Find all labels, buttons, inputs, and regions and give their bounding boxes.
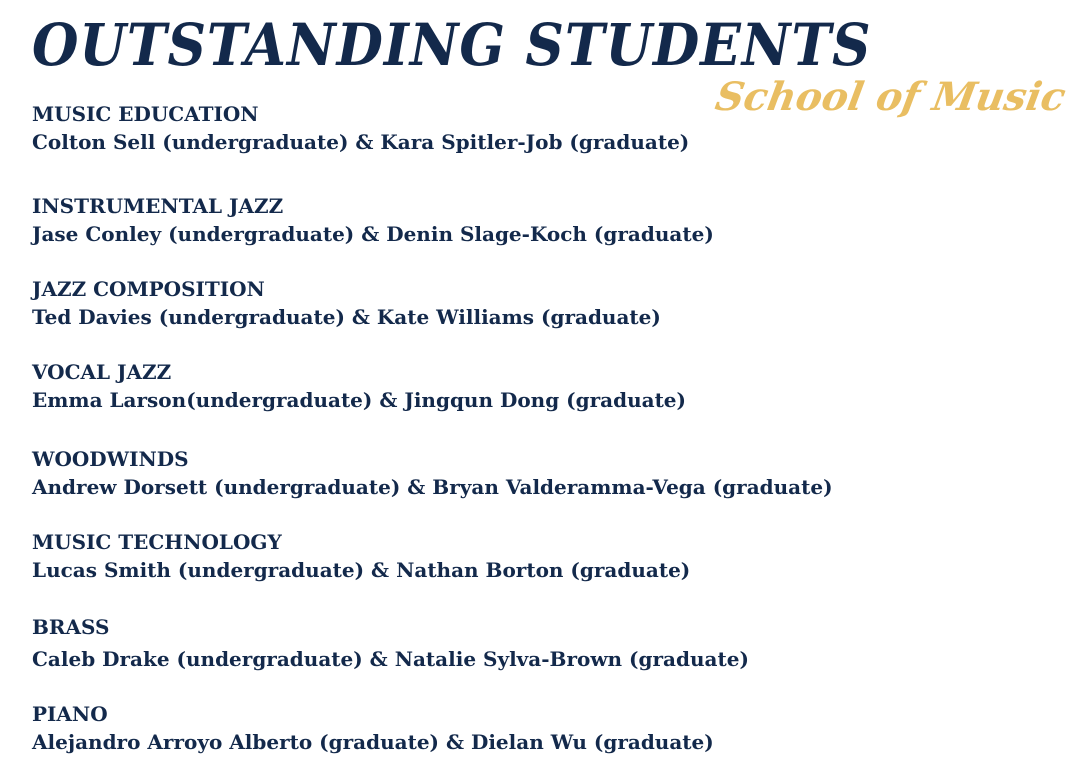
section-heading: INSTRUMENTAL JAZZ	[32, 194, 284, 218]
section-vocal-jazz: VOCAL JAZZ Emma Larson(undergraduate) & …	[32, 359, 686, 415]
section-music-education: MUSIC EDUCATION Colton Sell (undergradua…	[32, 101, 689, 157]
section-names: Alejandro Arroyo Alberto (graduate) & Di…	[32, 730, 714, 754]
section-heading: BRASS	[32, 615, 110, 639]
section-heading: JAZZ COMPOSITION	[32, 277, 265, 301]
section-heading: VOCAL JAZZ	[32, 360, 172, 384]
section-woodwinds: WOODWINDS Andrew Dorsett (undergraduate)…	[32, 446, 833, 502]
section-heading: WOODWINDS	[32, 447, 189, 471]
outstanding-students-page: OUTSTANDING STUDENTS School of Music MUS…	[0, 0, 1082, 776]
section-instrumental-jazz: INSTRUMENTAL JAZZ Jase Conley (undergrad…	[32, 193, 714, 249]
section-jazz-composition: JAZZ COMPOSITION Ted Davies (undergradua…	[32, 276, 661, 332]
section-heading: MUSIC EDUCATION	[32, 102, 259, 126]
section-names: Ted Davies (undergraduate) & Kate Willia…	[32, 305, 661, 329]
page-title: OUTSTANDING STUDENTS	[32, 11, 872, 79]
section-names: Colton Sell (undergraduate) & Kara Spitl…	[32, 130, 690, 154]
section-names: Lucas Smith (undergraduate) & Nathan Bor…	[32, 558, 691, 582]
section-names: Andrew Dorsett (undergraduate) & Bryan V…	[32, 475, 833, 499]
school-of-music-subtitle: School of Music	[711, 74, 1070, 120]
section-piano: PIANO Alejandro Arroyo Alberto (graduate…	[32, 701, 714, 757]
section-heading: MUSIC TECHNOLOGY	[32, 530, 282, 554]
section-brass: BRASS Caleb Drake (undergraduate) & Nata…	[32, 614, 749, 674]
section-names: Caleb Drake (undergraduate) & Natalie Sy…	[32, 647, 749, 671]
section-names: Jase Conley (undergraduate) & Denin Slag…	[32, 222, 714, 246]
section-names: Emma Larson(undergraduate) & Jingqun Don…	[32, 388, 686, 412]
section-heading: PIANO	[32, 702, 108, 726]
section-music-technology: MUSIC TECHNOLOGY Lucas Smith (undergradu…	[32, 529, 690, 585]
